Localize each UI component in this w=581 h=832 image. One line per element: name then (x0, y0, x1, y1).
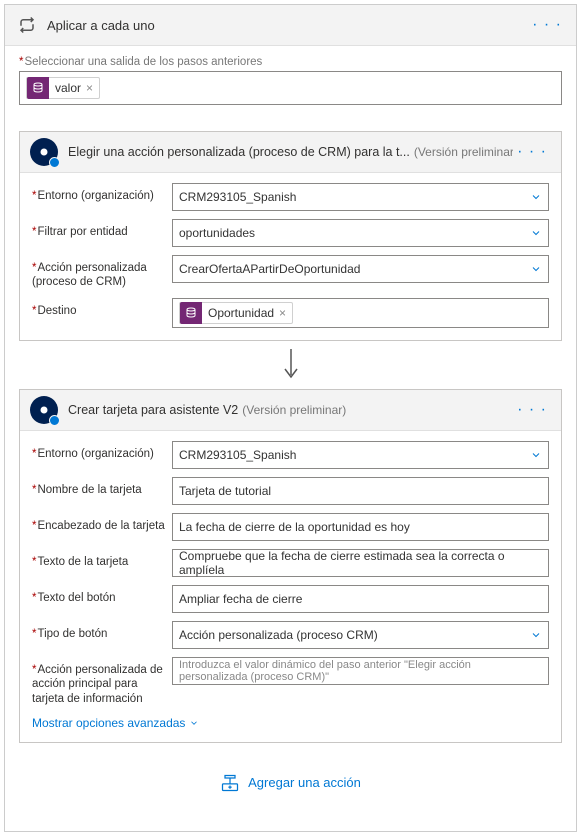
dest-label: Destino (32, 298, 172, 318)
loop-icon (15, 13, 39, 37)
btntype-label: Tipo de botón (32, 621, 172, 641)
env-value-2: CRM293105_Spanish (179, 448, 296, 462)
filter-value: oportunidades (179, 226, 255, 240)
cardtext-label: Texto de la tarjeta (32, 549, 172, 569)
action2-title-text: Crear tarjeta para asistente V2 (68, 403, 238, 417)
select-output-input[interactable]: valor × (19, 71, 562, 105)
chevron-down-icon (530, 191, 542, 203)
action2-preview-tag: (Versión preliminar) (242, 403, 346, 417)
apply-to-each-title: Aplicar a cada uno (47, 18, 528, 33)
env-label-2: Entorno (organización) (32, 441, 172, 461)
env-value: CRM293105_Spanish (179, 190, 296, 204)
arrow-down-icon (281, 347, 301, 381)
action1-preview-tag: (Versión preliminar) (414, 145, 513, 159)
chevron-down-icon (530, 263, 542, 275)
action1-header[interactable]: Elegir una acción personalizada (proceso… (20, 132, 561, 173)
apply-to-each-header[interactable]: Aplicar a cada uno · · · (5, 5, 576, 46)
btntext-label: Texto del botón (32, 585, 172, 605)
cardtext-input[interactable]: Compruebe que la fecha de cierre estimad… (172, 549, 549, 577)
mainact-input[interactable]: Introduzca el valor dinámico del paso an… (172, 657, 549, 685)
add-step-icon (220, 773, 240, 793)
remove-token-button[interactable]: × (86, 81, 93, 95)
crm-icon (30, 396, 58, 424)
cardname-input[interactable]: Tarjeta de tutorial (172, 477, 549, 505)
database-icon (180, 302, 202, 324)
chevron-down-icon (189, 718, 199, 728)
token-valor[interactable]: valor × (26, 77, 100, 99)
add-action-label: Agregar una acción (248, 775, 361, 790)
custom-action-label: Acción personalizada (proceso de CRM) (32, 255, 172, 290)
remove-token-button[interactable]: × (279, 306, 286, 320)
token-oportunidad-label: Oportunidad (208, 306, 274, 320)
env-dropdown[interactable]: CRM293105_Spanish (172, 183, 549, 211)
action2-body: Entorno (organización) CRM293105_Spanish… (20, 431, 561, 742)
action2-title: Crear tarjeta para asistente V2 (Versión… (68, 403, 513, 417)
custom-action-dropdown[interactable]: CrearOfertaAPartirDeOportunidad (172, 255, 549, 283)
badge-icon (49, 415, 60, 426)
add-action-button[interactable]: Agregar una acción (220, 773, 361, 793)
select-output-section: Seleccionar una salida de los pasos ante… (5, 46, 576, 119)
cardheader-label: Encabezado de la tarjeta (32, 513, 172, 533)
action1-title-text: Elegir una acción personalizada (proceso… (68, 145, 410, 159)
filter-dropdown[interactable]: oportunidades (172, 219, 549, 247)
action2-menu-button[interactable]: · · · (513, 399, 551, 421)
btntype-value: Acción personalizada (proceso CRM) (179, 628, 378, 642)
select-output-label: Seleccionar una salida de los pasos ante… (19, 56, 562, 68)
chevron-down-icon (530, 449, 542, 461)
action1-body: Entorno (organización) CRM293105_Spanish… (20, 173, 561, 340)
action1-title: Elegir una acción personalizada (proceso… (68, 145, 513, 159)
apply-to-each-card: Aplicar a cada uno · · · Seleccionar una… (4, 4, 577, 832)
token-valor-label: valor (55, 81, 81, 95)
env-dropdown-2[interactable]: CRM293105_Spanish (172, 441, 549, 469)
btntext-input[interactable]: Ampliar fecha de cierre (172, 585, 549, 613)
mainact-label: Acción personalizada de acción principal… (32, 657, 172, 706)
crm-icon (30, 138, 58, 166)
action2-header[interactable]: Crear tarjeta para asistente V2 (Versión… (20, 390, 561, 431)
dest-input[interactable]: Oportunidad × (172, 298, 549, 328)
chevron-down-icon (530, 227, 542, 239)
cardheader-input[interactable]: La fecha de cierre de la oportunidad es … (172, 513, 549, 541)
show-advanced-text: Mostrar opciones avanzadas (32, 716, 185, 730)
inner-action-container: Elegir una acción personalizada (proceso… (19, 123, 562, 817)
action-card-create-assistant-card: Crear tarjeta para asistente V2 (Versión… (19, 389, 562, 743)
add-action-row: Agregar una acción (220, 743, 361, 817)
more-menu-button[interactable]: · · · (528, 14, 566, 36)
chevron-down-icon (530, 629, 542, 641)
btntype-dropdown[interactable]: Acción personalizada (proceso CRM) (172, 621, 549, 649)
badge-icon (49, 157, 60, 168)
action1-menu-button[interactable]: · · · (513, 141, 551, 163)
custom-action-value: CrearOfertaAPartirDeOportunidad (179, 262, 360, 276)
token-oportunidad[interactable]: Oportunidad × (179, 302, 293, 324)
env-label: Entorno (organización) (32, 183, 172, 203)
filter-label: Filtrar por entidad (32, 219, 172, 239)
database-icon (27, 77, 49, 99)
show-advanced-link[interactable]: Mostrar opciones avanzadas (32, 716, 199, 730)
action-card-choose-custom-crm: Elegir una acción personalizada (proceso… (19, 131, 562, 341)
cardname-label: Nombre de la tarjeta (32, 477, 172, 497)
